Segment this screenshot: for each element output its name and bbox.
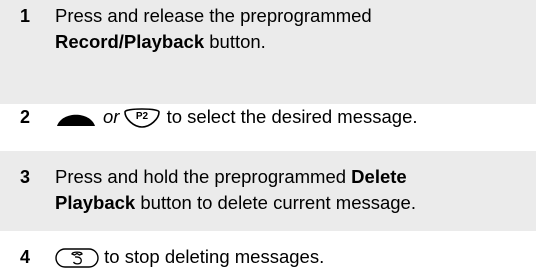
record-playback-label: Record/Playback — [55, 31, 205, 52]
step-text-plain: Press and hold the preprogrammed — [55, 166, 352, 187]
step-number: 4 — [20, 247, 31, 267]
step-text: or P2 to select the desired message. — [55, 104, 532, 130]
end-call-key-icon — [55, 248, 99, 268]
delete-label: Delete — [351, 166, 407, 187]
step-text-rest: button. — [204, 31, 266, 52]
playback-label: Playback — [55, 192, 136, 213]
step-4: 4 to stop deleting messages. — [0, 231, 536, 268]
p2-key-label: P2 — [136, 111, 149, 122]
step-text-line: Press and hold the preprogrammed Delete — [55, 164, 532, 190]
step-text-rest: button to delete current message. — [135, 192, 416, 213]
p2-key-icon: P2 — [123, 107, 161, 129]
instruction-steps: 1 Press and release the preprogrammed Re… — [0, 0, 536, 268]
step-text-line: Record/Playback button. — [55, 29, 532, 55]
step-number: 1 — [20, 6, 31, 26]
up-arrow-key-icon — [55, 108, 97, 128]
step-3: 3 Press and hold the preprogrammed Delet… — [0, 151, 536, 231]
step-2: 2 or P2 to select the desired message. — [0, 104, 536, 151]
step-number: 2 — [20, 107, 31, 127]
step-1: 1 Press and release the preprogrammed Re… — [0, 0, 536, 104]
step-text: to stop deleting messages. — [55, 244, 532, 270]
step-text-rest: to select the desired message. — [166, 106, 418, 127]
step-number: 3 — [20, 167, 31, 187]
step-text-line: Playback button to delete current messag… — [55, 190, 532, 216]
step-text: Press and hold the preprogrammed Delete … — [55, 164, 532, 216]
step-text-line: Press and release the preprogrammed — [55, 5, 372, 26]
step-text: Press and release the preprogrammed Reco… — [55, 3, 532, 55]
or-word: or — [103, 106, 120, 127]
